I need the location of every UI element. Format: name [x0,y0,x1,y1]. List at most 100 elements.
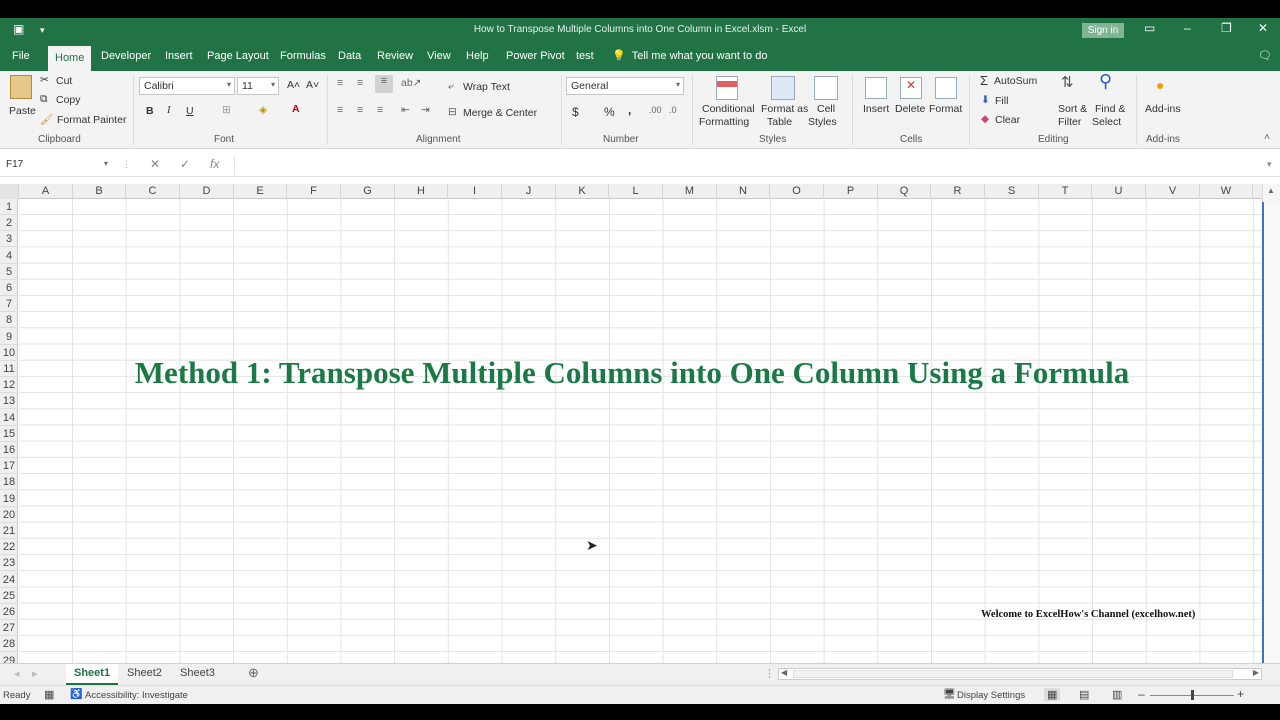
align-top-icon[interactable]: ≡ [337,77,343,89]
row-header[interactable]: 12 [0,377,18,394]
merge-center-button[interactable]: Merge & Center [463,107,537,119]
row-header[interactable]: 23 [0,555,18,572]
comments-icon[interactable]: 🗨 [1258,49,1272,62]
decrease-font-icon[interactable]: A˅ [306,79,319,91]
copy-button[interactable]: Copy [56,94,81,106]
row-header[interactable]: 15 [0,426,18,442]
column-header[interactable]: N [717,184,770,199]
decrease-indent-icon[interactable]: ⇤ [401,104,410,116]
delete-cells-button[interactable]: Delete [895,103,925,115]
column-header[interactable]: P [824,184,878,199]
ribbon-display-icon[interactable]: ▭ [1144,21,1155,35]
row-header[interactable]: 3 [0,231,18,248]
row-header[interactable]: 27 [0,620,18,637]
row-header[interactable]: 10 [0,345,18,361]
column-header[interactable]: K [556,184,609,199]
tab-view[interactable]: View [427,50,451,62]
increase-decimal-icon[interactable]: .00 [649,105,662,115]
scroll-left-icon[interactable]: ◀ [781,668,787,677]
align-bottom-icon[interactable]: ≡ [375,75,393,93]
paste-button[interactable]: Paste [9,105,36,117]
column-header[interactable]: S [985,184,1039,199]
row-header[interactable]: 8 [0,312,18,329]
column-header[interactable]: W [1200,184,1253,199]
row-header[interactable]: 18 [0,474,18,491]
zoom-out-icon[interactable]: – [1138,687,1145,701]
row-header[interactable]: 21 [0,523,18,539]
display-settings-button[interactable]: Display Settings [957,690,1025,701]
number-format-select[interactable]: General ▾ [566,77,684,95]
font-name-select[interactable]: Calibri ▾ [139,77,235,95]
side-panel-edge[interactable] [1262,202,1280,672]
row-header[interactable]: 11 [0,361,18,377]
row-header[interactable]: 25 [0,588,18,604]
row-header[interactable]: 2 [0,215,18,232]
horizontal-scrollbar[interactable]: ◀ ▶ [778,668,1262,680]
restore-icon[interactable]: ❐ [1221,21,1232,35]
page-break-view-icon[interactable]: ▥ [1112,688,1122,701]
autosum-button[interactable]: AutoSum [994,75,1037,87]
macro-record-icon[interactable]: ▦ [44,688,54,701]
column-header[interactable]: T [1039,184,1092,199]
close-icon[interactable]: ✕ [1258,21,1268,35]
font-size-select[interactable]: 11 ▾ [237,77,279,95]
horizontal-scroll-thumb[interactable] [793,670,1233,678]
font-color-icon[interactable]: A [292,103,300,115]
column-header[interactable]: I [448,184,502,199]
tab-review[interactable]: Review [377,50,413,62]
fill-button[interactable]: Fill [995,95,1008,107]
tab-developer[interactable]: Developer [101,50,151,62]
align-left-icon[interactable]: ≡ [337,104,343,116]
cut-icon[interactable]: ✂ [40,74,49,86]
row-header[interactable]: 9 [0,329,18,345]
row-header[interactable]: 13 [0,393,18,410]
format-cells-button[interactable]: Format [929,103,962,115]
column-header[interactable]: A [19,184,73,199]
column-header[interactable]: Q [878,184,931,199]
tab-file[interactable]: File [12,50,30,62]
column-header[interactable]: O [770,184,824,199]
tab-formulas[interactable]: Formulas [280,50,326,62]
scroll-tabs-right-icon[interactable]: ▸ [24,664,46,685]
column-header[interactable]: C [126,184,180,199]
copy-icon[interactable]: ⧉ [40,93,48,106]
row-header[interactable]: 29 [0,653,18,664]
zoom-slider-knob[interactable] [1191,690,1194,700]
increase-font-icon[interactable]: A˄ [287,79,300,91]
tab-data[interactable]: Data [338,50,361,62]
conditional-formatting-button[interactable]: Conditional [702,103,755,115]
add-sheet-icon[interactable]: ⊕ [240,662,267,683]
decrease-decimal-icon[interactable]: .0 [669,105,677,115]
sheet-tab-sheet1[interactable]: Sheet1 [66,664,119,685]
row-header[interactable]: 7 [0,296,18,313]
column-header[interactable]: R [931,184,985,199]
tab-home[interactable]: Home [48,46,92,71]
cut-button[interactable]: Cut [56,75,72,87]
row-header[interactable]: 26 [0,604,18,620]
tab-test[interactable]: test [576,50,594,62]
column-header[interactable]: M [663,184,717,199]
italic-button[interactable]: I [167,105,171,116]
sheet-tab-sheet3[interactable]: Sheet3 [172,664,223,685]
column-header[interactable]: D [180,184,234,199]
find-select-button[interactable]: Find & [1095,103,1125,115]
row-header[interactable]: 6 [0,280,18,296]
scroll-up-icon[interactable]: ▲ [1267,186,1275,195]
tab-power-pivot[interactable]: Power Pivot [506,50,565,62]
expand-formula-bar-icon[interactable]: ▾ [1267,159,1272,170]
sort-filter-button-line2[interactable]: Filter [1058,116,1081,128]
addins-button[interactable]: Add-ins [1145,103,1181,115]
find-select-button-line2[interactable]: Select [1092,116,1121,128]
collapse-ribbon-icon[interactable]: ˄ [1264,131,1270,143]
sheet-tab-sheet2[interactable]: Sheet2 [119,664,170,685]
enter-icon[interactable]: ✓ [180,157,190,171]
row-header[interactable]: 24 [0,572,18,588]
row-header[interactable]: 5 [0,264,18,280]
row-header[interactable]: 14 [0,410,18,426]
tab-help[interactable]: Help [466,50,489,62]
currency-button[interactable]: $ [572,105,579,119]
formula-input[interactable] [234,156,1264,175]
column-header[interactable]: F [287,184,341,199]
tell-me-search[interactable]: 💡 Tell me what you want to do [612,49,767,62]
normal-view-icon[interactable]: ▦ [1044,688,1061,701]
